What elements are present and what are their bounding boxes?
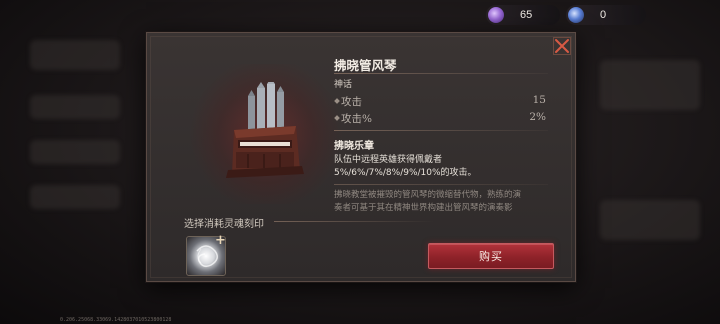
divider: [334, 130, 548, 131]
stat-label: 攻击%: [341, 113, 372, 125]
skill-description: 队伍中远程英雄获得佩戴者 5%/6%/7%/8%/9%/10%的攻击。: [334, 154, 548, 180]
buy-button[interactable]: 购买: [428, 243, 554, 269]
skill-name: 拂晓乐章: [334, 141, 374, 152]
pipe-organ-icon: [212, 78, 322, 182]
diamond-bullet-icon: [334, 115, 340, 121]
close-x-icon: [553, 37, 571, 55]
divider: [334, 73, 548, 74]
skill-description-line: 5%/6%/7%/8%/9%/10%的攻击。: [334, 168, 477, 178]
resource-soul-crystal[interactable]: 65: [486, 5, 560, 25]
item-name: 拂晓管风琴: [334, 58, 397, 73]
engraving-select-label: 选择消耗灵魂刻印: [184, 219, 264, 230]
stat-row-attack-percent: 攻击% 2%: [334, 111, 546, 125]
background-panel: [600, 200, 700, 240]
background-panel: [30, 140, 120, 164]
background-panel: [30, 95, 120, 119]
background-panel: [30, 185, 120, 209]
diamond-bullet-icon: [334, 98, 340, 104]
blue-gem-icon: [568, 7, 584, 23]
background-panel: [30, 40, 120, 70]
add-imprint-icon[interactable]: +: [215, 234, 226, 247]
stat-value: 15: [532, 94, 546, 106]
item-lore: 拂晓教堂被摧毁的管风琴的微缩替代物，熟练的演 奏者可基于其在精神世界构建出管风琴…: [334, 189, 552, 214]
build-version: 0.206.25068.33069.1428037010523800128: [60, 317, 172, 323]
buy-button-label: 购买: [479, 250, 503, 263]
soul-crystal-count: 65: [520, 9, 533, 21]
soul-crystal-icon: [488, 7, 504, 23]
divider: [334, 184, 548, 185]
background-panel: [600, 60, 700, 110]
divider: [274, 221, 434, 222]
stat-label: 攻击: [341, 96, 362, 108]
blue-gem-count: 0: [600, 9, 607, 21]
stat-row-attack: 攻击 15: [334, 94, 546, 108]
lore-line: 奏者可基于其在精神世界构建出管风琴的演奏影: [334, 202, 513, 213]
stat-value: 2%: [529, 111, 546, 123]
lore-line: 拂晓教堂被摧毁的管风琴的微缩替代物，熟练的演: [334, 190, 522, 200]
close-button[interactable]: [552, 36, 572, 56]
resource-blue-gem[interactable]: 0: [566, 5, 646, 25]
item-rarity: 神话: [334, 80, 353, 90]
skill-description-line: 队伍中远程英雄获得佩戴者: [334, 155, 443, 165]
